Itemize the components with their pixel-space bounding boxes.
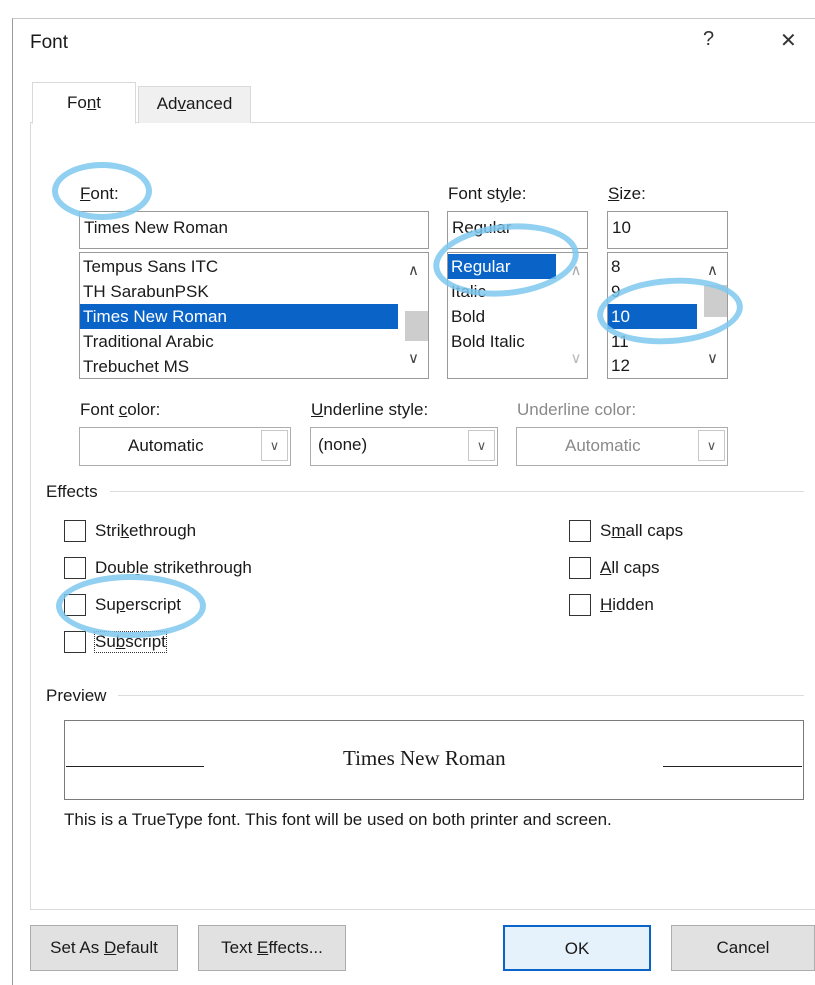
font-listbox[interactable]: Tempus Sans ITC TH SarabunPSK Times New … [79,252,429,379]
underline-style-label: Underline style: [311,400,429,419]
chevron-down-icon[interactable]: ∨ [468,430,495,461]
font-style-listbox[interactable]: Regular Italic Bold Bold Italic ∧ ∨ [447,252,588,379]
font-list-scrollbar[interactable]: ∧ ∨ [399,253,428,378]
effects-group-title: Effects [46,482,98,501]
all-caps-checkbox[interactable] [569,557,591,579]
hidden-label[interactable]: Hidden [600,595,654,615]
font-label: Font: [80,184,119,203]
size-item[interactable]: 12 [608,353,697,378]
hidden-checkbox[interactable] [569,594,591,616]
preview-divider [118,695,804,696]
size-input[interactable]: 10 [607,211,728,249]
superscript-checkbox[interactable] [64,594,86,616]
small-caps-label[interactable]: Small caps [600,521,683,541]
preview-baseline-right [663,766,802,767]
scroll-down-icon[interactable]: ∨ [698,349,727,367]
font-style-item-selected[interactable]: Regular [448,254,556,279]
cancel-button[interactable]: Cancel [671,925,815,971]
font-color-label: Font color: [80,400,161,419]
scroll-up-icon[interactable]: ∧ [565,261,587,279]
size-label: Size: [608,184,646,203]
underline-style-dropdown[interactable]: (none) ∨ [310,427,498,466]
dialog-title: Font [30,32,69,53]
scroll-down-icon[interactable]: ∨ [399,349,428,367]
size-scrollbar[interactable]: ∧ ∨ [698,253,727,378]
size-item[interactable]: 8 [608,254,697,279]
underline-style-value: (none) [318,435,368,454]
font-style-scrollbar[interactable]: ∧ ∨ [565,253,587,378]
close-button[interactable]: ✕ [780,28,797,53]
size-item[interactable]: 9 [608,279,697,304]
font-list-item[interactable]: Tempus Sans ITC [80,254,398,279]
subscript-checkbox[interactable] [64,631,86,653]
help-button[interactable]: ? [703,28,714,51]
scroll-up-icon[interactable]: ∧ [399,261,428,279]
strikethrough-label[interactable]: Strikethrough [95,521,196,541]
font-list-item[interactable]: Traditional Arabic [80,329,398,354]
preview-group-title: Preview [46,686,107,705]
text-effects-button[interactable]: Text Effects... [198,925,346,971]
double-strikethrough-label[interactable]: Double strikethrough [95,558,252,578]
chevron-down-icon[interactable]: ∨ [698,430,725,461]
chevron-down-icon[interactable]: ∨ [261,430,288,461]
tab-advanced[interactable]: Advanced [138,86,251,123]
underline-color-label: Underline color: [517,400,637,419]
superscript-label[interactable]: Superscript [95,595,181,615]
font-style-item[interactable]: Bold Italic [448,329,563,354]
scroll-down-icon[interactable]: ∨ [565,349,587,367]
preview-note: This is a TrueType font. This font will … [64,810,612,829]
font-list-item[interactable]: Trebuchet MS [80,354,398,378]
set-as-default-button[interactable]: Set As Default [30,925,178,971]
underline-color-dropdown[interactable]: Automatic ∨ [516,427,728,466]
font-color-value: Automatic [128,436,204,455]
effects-divider [110,491,804,492]
font-color-dropdown[interactable]: Automatic ∨ [79,427,291,466]
subscript-label[interactable]: Subscript [94,631,167,653]
small-caps-checkbox[interactable] [569,520,591,542]
size-listbox[interactable]: 8 9 10 11 12 ∧ ∨ [607,252,728,379]
font-list-item-selected[interactable]: Times New Roman [80,304,398,329]
double-strikethrough-checkbox[interactable] [64,557,86,579]
size-item-selected[interactable]: 10 [608,304,697,329]
font-style-item[interactable]: Italic [448,279,563,304]
scroll-thumb[interactable] [704,285,727,317]
font-style-input[interactable]: Regular [447,211,588,249]
font-style-label: Font style: [448,184,527,203]
ok-button[interactable]: OK [503,925,651,971]
scroll-thumb[interactable] [405,311,428,341]
preview-sample-text: Times New Roman [343,746,506,770]
underline-color-value: Automatic [565,436,641,455]
tab-font[interactable]: Font [32,82,136,124]
font-style-item[interactable]: Bold [448,304,563,329]
font-name-input[interactable]: Times New Roman [79,211,429,249]
strikethrough-checkbox[interactable] [64,520,86,542]
all-caps-label[interactable]: All caps [600,558,660,578]
size-item[interactable]: 11 [608,329,697,353]
scroll-up-icon[interactable]: ∧ [698,261,727,279]
font-list-item[interactable]: TH SarabunPSK [80,279,398,304]
preview-baseline-left [66,766,204,767]
